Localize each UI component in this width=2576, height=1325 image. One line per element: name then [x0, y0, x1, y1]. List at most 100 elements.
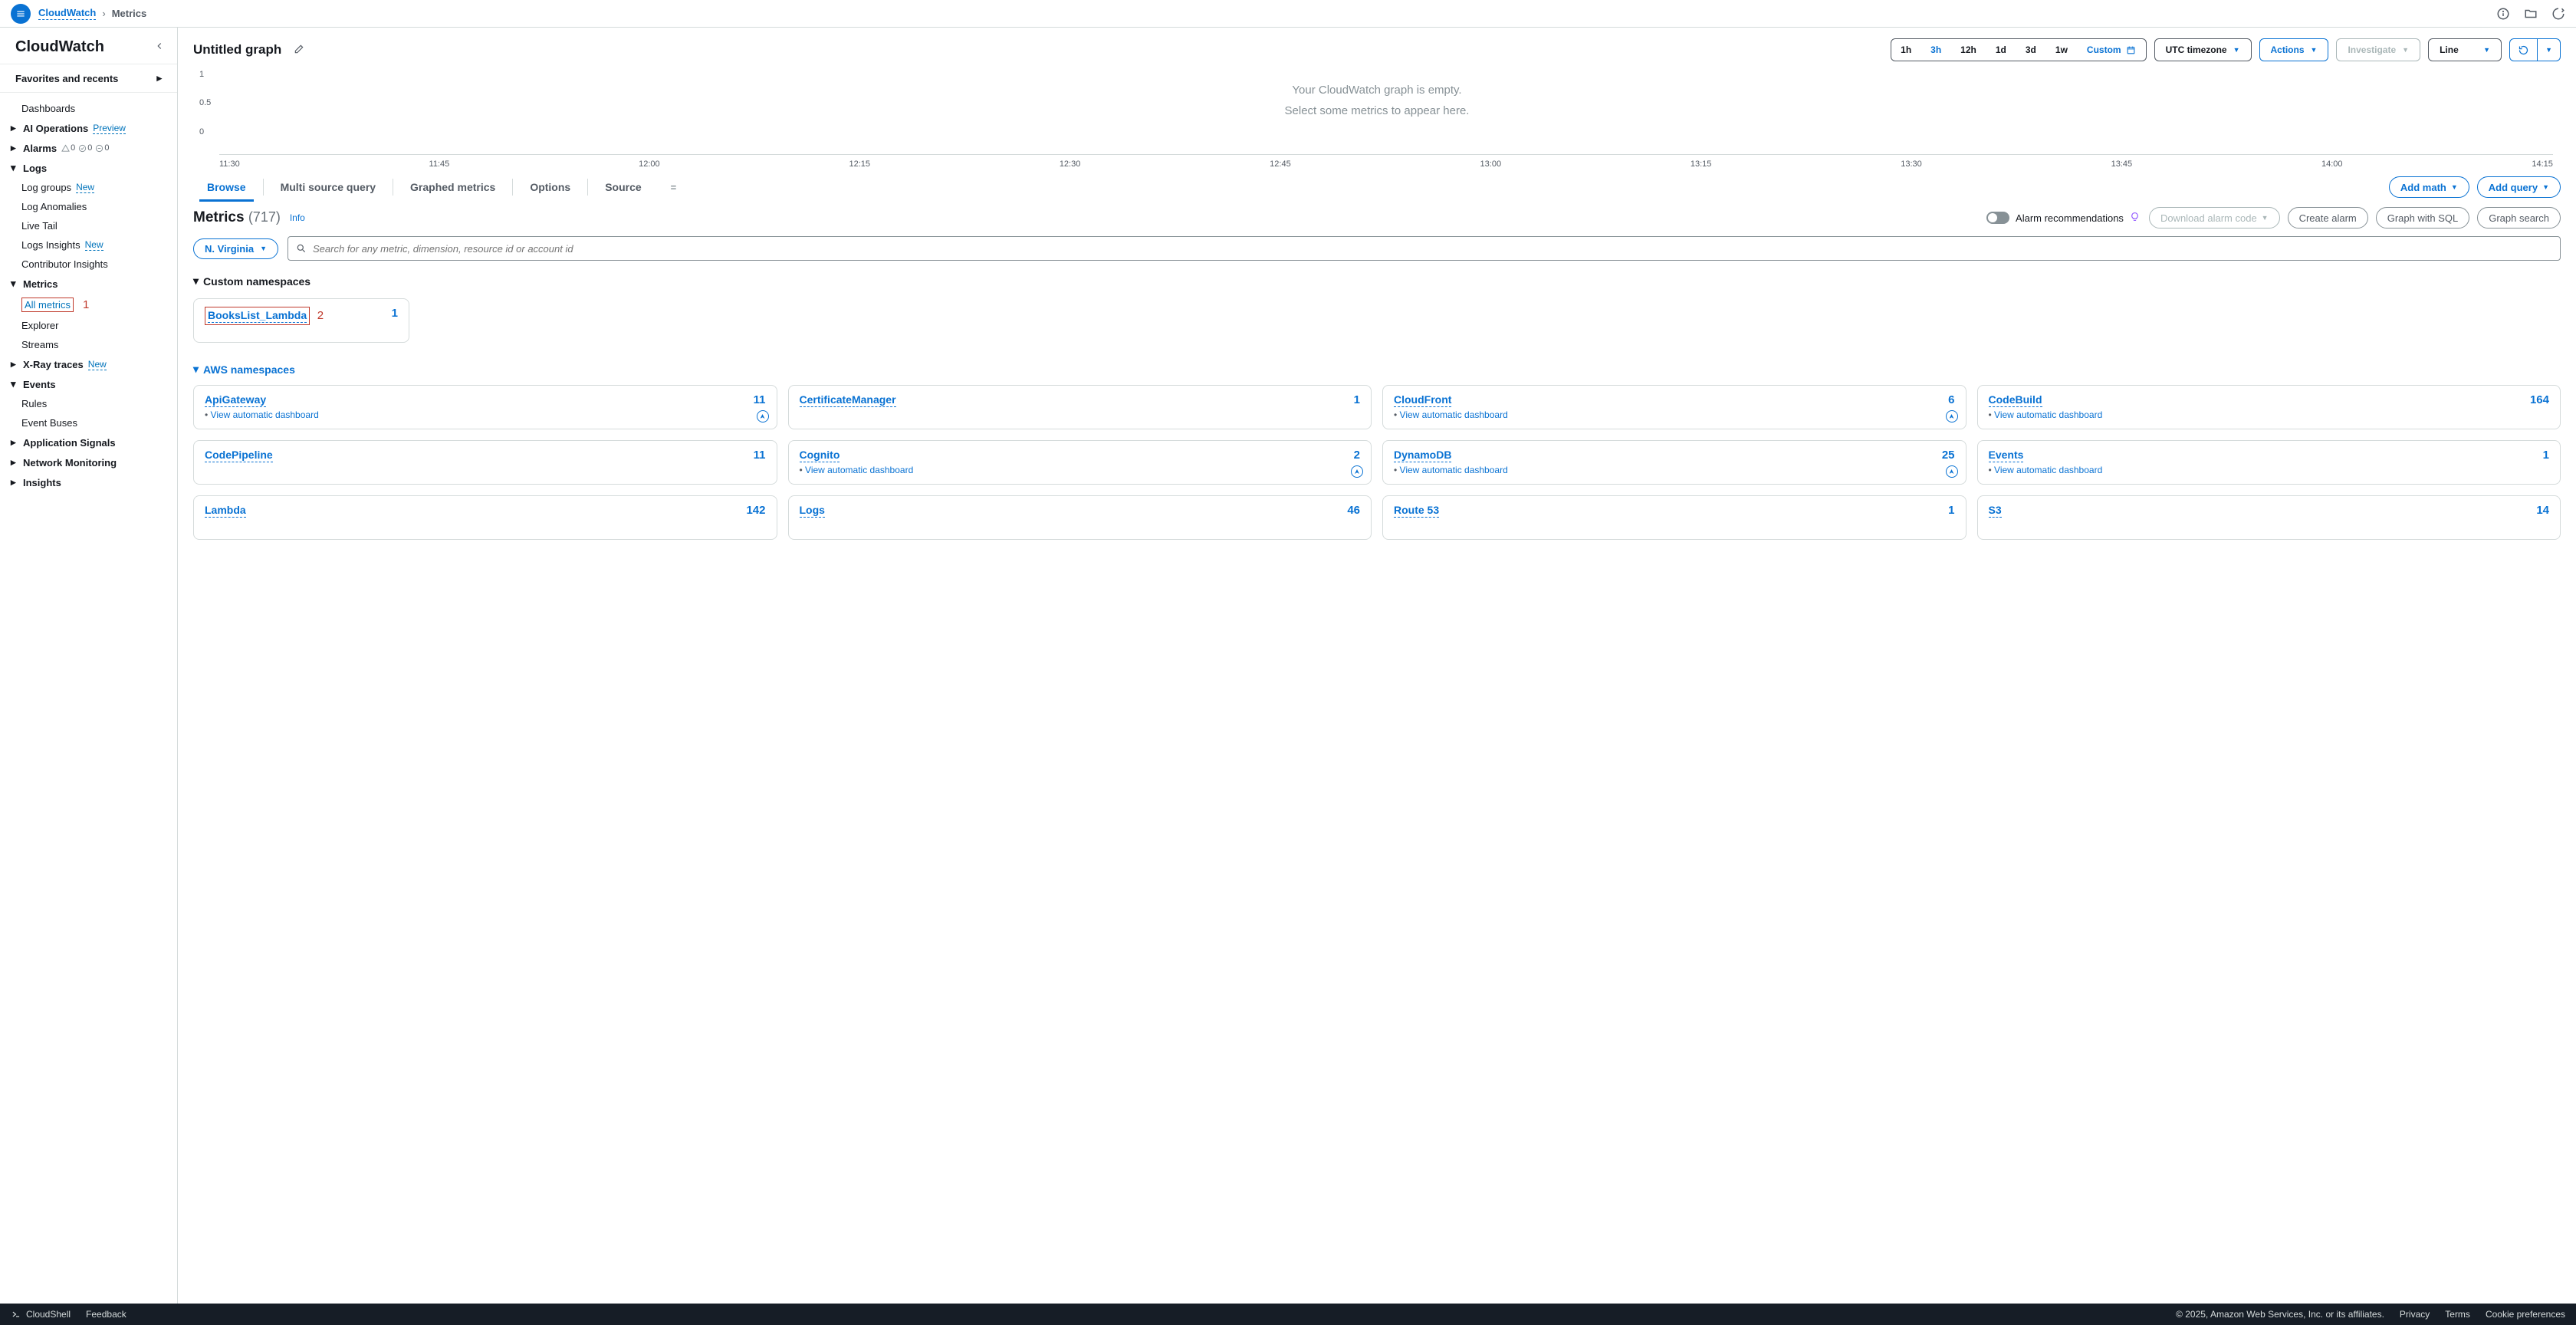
view-dashboard-link[interactable]: View automatic dashboard: [1394, 465, 1955, 475]
graph-with-sql-button[interactable]: Graph with SQL: [2376, 207, 2470, 229]
info-link[interactable]: Info: [290, 212, 305, 223]
namespace-card-cognito[interactable]: Cognito2View automatic dashboard: [788, 440, 1372, 485]
namespace-card-s3[interactable]: S314: [1977, 495, 2561, 540]
namespace-title: Cognito: [800, 449, 840, 462]
favorites-and-recents[interactable]: Favorites and recents ▸: [0, 64, 177, 93]
sidebar-group-logs[interactable]: ▾ Logs: [0, 158, 177, 178]
sidebar-item-logs-insights[interactable]: Logs Insights New: [0, 235, 177, 255]
sidebar-item-event-buses[interactable]: Event Buses: [0, 413, 177, 432]
refresh-interval-dropdown[interactable]: ▼: [2538, 39, 2560, 61]
search-row: N. Virginia ▼: [178, 235, 2576, 270]
sidebar-item-log-anomalies[interactable]: Log Anomalies: [0, 197, 177, 216]
view-dashboard-link[interactable]: View automatic dashboard: [1989, 409, 2550, 420]
add-math-button[interactable]: Add math▼: [2389, 176, 2469, 198]
sidebar-group-events[interactable]: ▾ Events: [0, 374, 177, 394]
sidebar-group-xray[interactable]: ▸ X-Ray traces New: [0, 354, 177, 374]
time-range-custom[interactable]: Custom: [2078, 39, 2146, 61]
x-tick: 13:00: [1480, 159, 1502, 169]
time-range-3h[interactable]: 3h: [1921, 39, 1951, 61]
privacy-link[interactable]: Privacy: [2400, 1309, 2430, 1320]
add-query-button[interactable]: Add query▼: [2477, 176, 2561, 198]
tab-graphed-metrics[interactable]: Graphed metrics: [396, 173, 509, 201]
tab-options[interactable]: Options: [516, 173, 584, 201]
region-dropdown[interactable]: N. Virginia ▼: [193, 238, 278, 259]
x-tick: 11:45: [429, 159, 450, 169]
tab-source[interactable]: Source: [591, 173, 655, 201]
sidebar-group-alarms[interactable]: ▸ Alarms 0 0 0: [0, 138, 177, 158]
namespace-card-bookslist-lambda[interactable]: BooksList_Lambda 2 1: [193, 298, 409, 343]
namespace-card-logs[interactable]: Logs46: [788, 495, 1372, 540]
time-range-12h[interactable]: 12h: [1951, 39, 1986, 61]
edit-title-button[interactable]: [294, 44, 304, 57]
breadcrumb-service[interactable]: CloudWatch: [38, 7, 96, 20]
toggle-switch[interactable]: [1986, 212, 2009, 224]
sidebar-item-contributor-insights[interactable]: Contributor Insights: [0, 255, 177, 274]
namespace-count: 11: [754, 393, 766, 406]
sidebar-item-dashboards[interactable]: Dashboards: [0, 99, 177, 118]
view-dashboard-link[interactable]: View automatic dashboard: [1989, 465, 2550, 475]
drag-handle-icon[interactable]: =: [671, 182, 677, 193]
menu-toggle-button[interactable]: [11, 4, 31, 24]
refresh-settings-icon[interactable]: [2551, 7, 2565, 21]
tab-multi-source[interactable]: Multi source query: [267, 173, 389, 201]
feedback-link[interactable]: Feedback: [86, 1309, 127, 1320]
new-badge: New: [85, 239, 104, 251]
time-range-3d[interactable]: 3d: [2016, 39, 2046, 61]
sidebar-item-explorer[interactable]: Explorer: [0, 316, 177, 335]
aws-namespaces-heading[interactable]: ▾ AWS namespaces: [193, 358, 2561, 380]
time-range-selector: 1h3h12h1d3d1wCustom: [1891, 38, 2146, 61]
time-range-1h[interactable]: 1h: [1891, 39, 1921, 61]
time-range-1d[interactable]: 1d: [1986, 39, 2016, 61]
namespace-card-codebuild[interactable]: CodeBuild164View automatic dashboard: [1977, 385, 2561, 429]
y-tick: 0.5: [199, 98, 211, 107]
create-alarm-button[interactable]: Create alarm: [2288, 207, 2368, 229]
sidebar-collapse-button[interactable]: [154, 41, 165, 54]
caret-down-icon: ▼: [2402, 46, 2409, 54]
custom-namespaces-heading[interactable]: ▾ Custom namespaces: [193, 270, 2561, 292]
cloudshell-button[interactable]: CloudShell: [11, 1309, 71, 1320]
sidebar-item-log-groups[interactable]: Log groups New: [0, 178, 177, 197]
namespace-card-certificatemanager[interactable]: CertificateManager1: [788, 385, 1372, 429]
graph-search-button[interactable]: Graph search: [2477, 207, 2561, 229]
info-icon[interactable]: [2496, 7, 2510, 21]
x-axis: 11:3011:4512:0012:1512:3012:4513:0013:15…: [219, 159, 2553, 169]
caret-right-icon: ▸: [11, 142, 18, 154]
sidebar-item-rules[interactable]: Rules: [0, 394, 177, 413]
sidebar-group-application-signals[interactable]: ▸ Application Signals: [0, 432, 177, 452]
sidebar-item-live-tail[interactable]: Live Tail: [0, 216, 177, 235]
namespace-title: Events: [1989, 449, 2024, 462]
sidebar-item-streams[interactable]: Streams: [0, 335, 177, 354]
folder-icon[interactable]: [2524, 7, 2538, 21]
namespace-card-apigateway[interactable]: ApiGateway11View automatic dashboard: [193, 385, 777, 429]
caret-right-icon: ▸: [11, 436, 18, 449]
caret-down-icon: ▼: [2451, 183, 2458, 191]
metrics-search-input[interactable]: [313, 243, 2552, 255]
sidebar-group-insights[interactable]: ▸ Insights: [0, 472, 177, 492]
alarm-recommendations-toggle[interactable]: Alarm recommendations: [1986, 212, 2140, 224]
y-tick: 1: [199, 70, 204, 79]
refresh-button[interactable]: [2510, 39, 2538, 61]
tab-browse[interactable]: Browse: [193, 173, 260, 201]
view-dashboard-link[interactable]: View automatic dashboard: [800, 465, 1361, 475]
actions-dropdown[interactable]: Actions ▼: [2259, 38, 2329, 61]
namespace-card-lambda[interactable]: Lambda142: [193, 495, 777, 540]
sidebar-group-ai-operations[interactable]: ▸ AI Operations Preview: [0, 118, 177, 138]
namespace-card-events[interactable]: Events1View automatic dashboard: [1977, 440, 2561, 485]
view-dashboard-link[interactable]: View automatic dashboard: [205, 409, 766, 420]
cookie-preferences-link[interactable]: Cookie preferences: [2486, 1309, 2565, 1320]
namespace-card-cloudfront[interactable]: CloudFront6View automatic dashboard: [1382, 385, 1967, 429]
metrics-search-box[interactable]: [288, 236, 2561, 261]
timezone-dropdown[interactable]: UTC timezone ▼: [2154, 38, 2252, 61]
x-tick: 12:45: [1270, 159, 1291, 169]
namespace-card-dynamodb[interactable]: DynamoDB25View automatic dashboard: [1382, 440, 1967, 485]
sidebar-item-all-metrics[interactable]: All metrics 1: [0, 294, 177, 316]
sidebar-group-metrics[interactable]: ▾ Metrics: [0, 274, 177, 294]
time-range-1w[interactable]: 1w: [2046, 39, 2078, 61]
sidebar-group-network-monitoring[interactable]: ▸ Network Monitoring: [0, 452, 177, 472]
namespace-card-codepipeline[interactable]: CodePipeline11: [193, 440, 777, 485]
x-tick: 12:00: [639, 159, 660, 169]
namespace-card-route-53[interactable]: Route 531: [1382, 495, 1967, 540]
view-dashboard-link[interactable]: View automatic dashboard: [1394, 409, 1955, 420]
terms-link[interactable]: Terms: [2445, 1309, 2470, 1320]
chart-type-dropdown[interactable]: Line ▼: [2428, 38, 2502, 61]
